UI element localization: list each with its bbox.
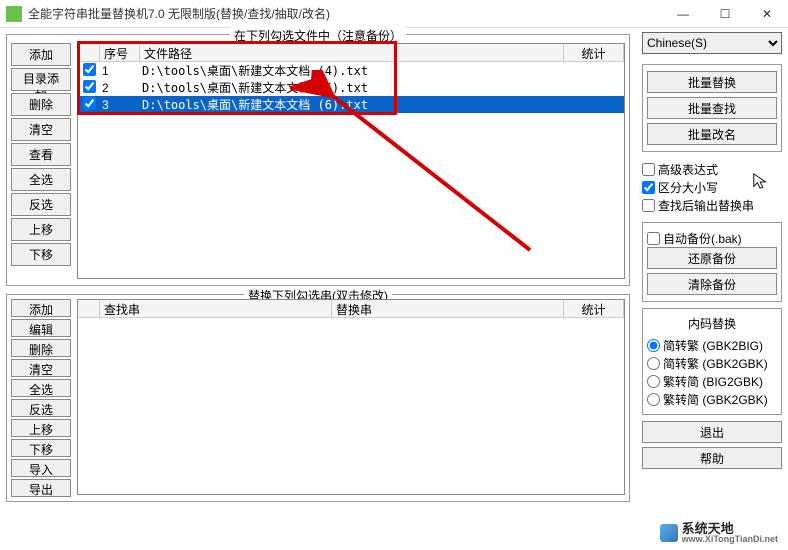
col-stat[interactable]: 统计 <box>564 300 624 317</box>
replace-btn-2[interactable]: 删除 <box>11 339 71 357</box>
maximize-button[interactable]: ☐ <box>704 0 746 28</box>
encoding-group: 内码替换 简转繁 (GBK2BIG) 简转繁 (GBK2GBK) 繁转简 (BI… <box>642 308 782 415</box>
file-group-label: 在下列勾选文件中（注意备份） <box>230 27 406 44</box>
file-row[interactable]: 2D:\tools\桌面\新建文本文档 (5).txt <box>78 79 624 96</box>
title-bar: 全能字符串批量替换机7.0 无限制版(替换/查找/抽取/改名) — ☐ ✕ <box>0 0 788 28</box>
col-path[interactable]: 文件路径 <box>140 44 564 61</box>
replace-side-buttons: 添加编辑删除清空全选反选上移下移导入导出 <box>11 299 71 497</box>
file-btn-3[interactable]: 清空 <box>11 118 71 141</box>
backup-group: 自动备份(.bak) 还原备份 清除备份 <box>642 222 782 302</box>
window-title: 全能字符串批量替换机7.0 无限制版(替换/查找/抽取/改名) <box>28 5 662 22</box>
file-side-buttons: 添加目录添加删除清空查看全选反选上移下移 <box>11 43 71 266</box>
batch-find-button[interactable]: 批量查找 <box>647 97 777 119</box>
replace-btn-4[interactable]: 全选 <box>11 379 71 397</box>
file-row[interactable]: 1D:\tools\桌面\新建文本文档 (4).txt <box>78 62 624 79</box>
window-controls: — ☐ ✕ <box>662 0 788 27</box>
replace-list-header: 查找串 替换串 统计 <box>78 300 624 318</box>
col-seq[interactable]: 序号 <box>100 44 140 61</box>
file-btn-8[interactable]: 下移 <box>11 243 71 266</box>
watermark: 系统天地 www.XiTongTianDi.net <box>660 522 778 544</box>
case-sensitive-checkbox[interactable]: 区分大小写 <box>642 178 782 196</box>
restore-backup-button[interactable]: 还原备份 <box>647 247 777 269</box>
encoding-option[interactable]: 繁转简 (BIG2GBK) <box>647 372 777 390</box>
file-group: 在下列勾选文件中（注意备份） 添加目录添加删除清空查看全选反选上移下移 序号 文… <box>6 34 630 286</box>
advanced-expr-checkbox[interactable]: 高级表达式 <box>642 160 782 178</box>
replace-btn-8[interactable]: 导入 <box>11 459 71 477</box>
encoding-title: 内码替换 <box>647 315 777 332</box>
close-button[interactable]: ✕ <box>746 0 788 28</box>
col-checkbox[interactable] <box>78 300 100 317</box>
minimize-button[interactable]: — <box>662 0 704 28</box>
col-find[interactable]: 查找串 <box>100 300 332 317</box>
replace-btn-1[interactable]: 编辑 <box>11 319 71 337</box>
watermark-icon <box>660 524 678 542</box>
col-replace[interactable]: 替换串 <box>332 300 564 317</box>
file-list[interactable]: 序号 文件路径 统计 1D:\tools\桌面\新建文本文档 (4).txt2D… <box>77 43 625 279</box>
row-checkbox[interactable] <box>83 63 96 76</box>
replace-btn-7[interactable]: 下移 <box>11 439 71 457</box>
row-path: D:\tools\桌面\新建文本文档 (5).txt <box>140 79 564 96</box>
app-icon <box>6 6 22 22</box>
col-checkbox[interactable] <box>78 44 100 61</box>
encoding-option[interactable]: 简转繁 (GBK2BIG) <box>647 336 777 354</box>
replace-btn-5[interactable]: 反选 <box>11 399 71 417</box>
replace-btn-0[interactable]: 添加 <box>11 299 71 317</box>
file-btn-6[interactable]: 反选 <box>11 193 71 216</box>
encoding-option[interactable]: 繁转简 (GBK2GBK) <box>647 390 777 408</box>
file-btn-2[interactable]: 删除 <box>11 93 71 116</box>
replace-btn-3[interactable]: 清空 <box>11 359 71 377</box>
replace-list[interactable]: 查找串 替换串 统计 <box>77 299 625 495</box>
options-group: 高级表达式 区分大小写 查找后输出替换串 <box>642 158 782 216</box>
row-seq: 2 <box>100 81 140 95</box>
file-btn-0[interactable]: 添加 <box>11 43 71 66</box>
row-seq: 3 <box>100 98 140 112</box>
file-list-body[interactable]: 1D:\tools\桌面\新建文本文档 (4).txt2D:\tools\桌面\… <box>78 62 624 113</box>
watermark-url: www.XiTongTianDi.net <box>682 535 778 544</box>
help-button[interactable]: 帮助 <box>642 447 782 469</box>
file-btn-5[interactable]: 全选 <box>11 168 71 191</box>
row-path: D:\tools\桌面\新建文本文档 (6).txt <box>140 96 564 113</box>
row-path: D:\tools\桌面\新建文本文档 (4).txt <box>140 62 564 79</box>
language-select[interactable]: Chinese(S) <box>642 32 782 54</box>
row-seq: 1 <box>100 64 140 78</box>
encoding-option[interactable]: 简转繁 (GBK2GBK) <box>647 354 777 372</box>
batch-replace-button[interactable]: 批量替换 <box>647 71 777 93</box>
file-btn-4[interactable]: 查看 <box>11 143 71 166</box>
file-list-header: 序号 文件路径 统计 <box>78 44 624 62</box>
replace-group: 替换下列勾选串(双击修改) 添加编辑删除清空全选反选上移下移导入导出 查找串 替… <box>6 294 630 502</box>
file-row[interactable]: 3D:\tools\桌面\新建文本文档 (6).txt <box>78 96 624 113</box>
replace-btn-6[interactable]: 上移 <box>11 419 71 437</box>
auto-backup-checkbox[interactable]: 自动备份(.bak) <box>647 229 777 247</box>
col-stat[interactable]: 统计 <box>564 44 624 61</box>
replace-btn-9[interactable]: 导出 <box>11 479 71 497</box>
right-panel: Chinese(S) 批量替换 批量查找 批量改名 高级表达式 区分大小写 查找… <box>642 32 782 469</box>
row-checkbox[interactable] <box>83 80 96 93</box>
exit-button[interactable]: 退出 <box>642 421 782 443</box>
clear-backup-button[interactable]: 清除备份 <box>647 273 777 295</box>
batch-rename-button[interactable]: 批量改名 <box>647 123 777 145</box>
batch-group: 批量替换 批量查找 批量改名 <box>642 64 782 152</box>
output-after-find-checkbox[interactable]: 查找后输出替换串 <box>642 196 782 214</box>
row-checkbox[interactable] <box>83 97 96 110</box>
file-btn-1[interactable]: 目录添加 <box>11 68 71 91</box>
file-btn-7[interactable]: 上移 <box>11 218 71 241</box>
